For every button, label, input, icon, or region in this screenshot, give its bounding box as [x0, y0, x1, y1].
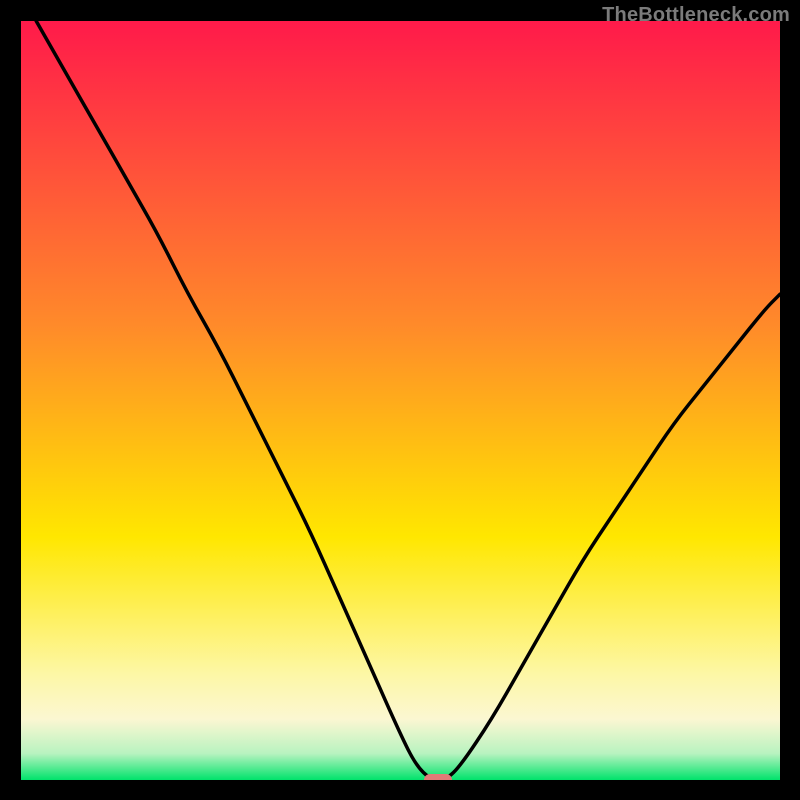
plot-area	[21, 21, 780, 780]
bottleneck-curve	[21, 21, 780, 780]
watermark-text: TheBottleneck.com	[602, 4, 790, 27]
chart-stage: TheBottleneck.com	[0, 0, 800, 800]
minimum-marker	[424, 774, 452, 780]
